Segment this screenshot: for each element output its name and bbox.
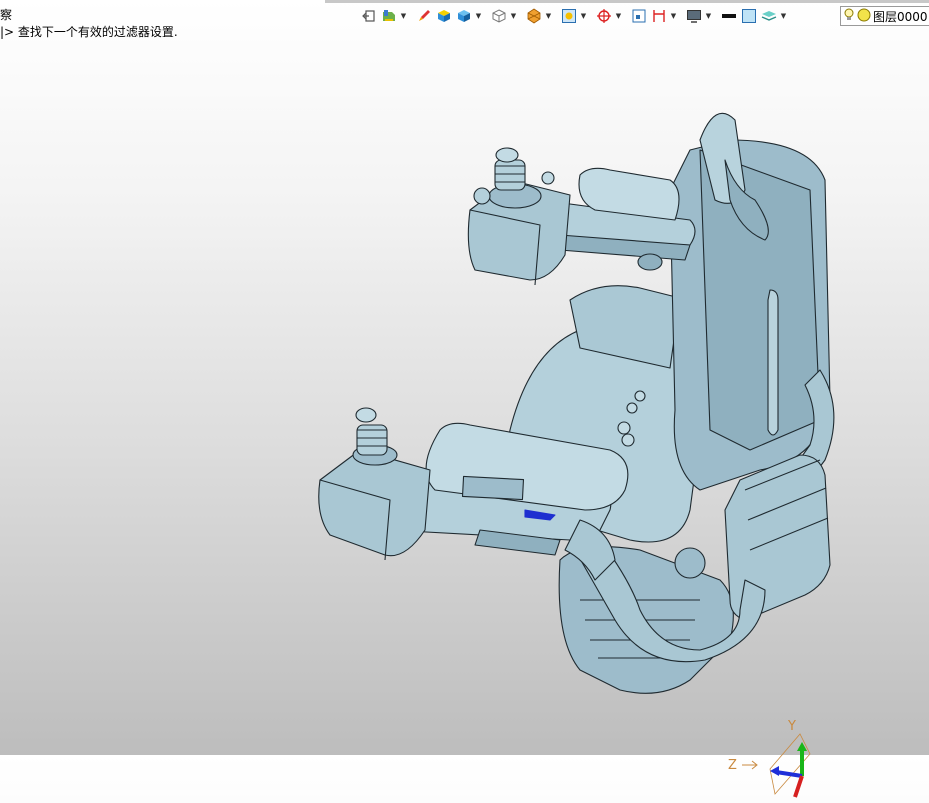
layer-fill-icon[interactable]: [380, 7, 398, 25]
status-line-2: |> 查找下一个有效的过滤器设置.: [0, 25, 178, 39]
chevron-down-icon[interactable]: ▼: [780, 7, 787, 25]
view-fit-icon[interactable]: [560, 7, 578, 25]
fill-color-icon[interactable]: [740, 7, 758, 25]
layer-selector[interactable]: 图层0000: [840, 6, 929, 26]
target-icon[interactable]: [595, 7, 613, 25]
chevron-down-icon[interactable]: ▼: [510, 7, 517, 25]
display-icon[interactable]: [685, 7, 703, 25]
view-toolbar: ▼ ▼ ▼ ▼ ▼ ▼ ▼ ▼ ▼: [360, 4, 787, 28]
layer-color-icon[interactable]: [857, 7, 871, 26]
chevron-down-icon[interactable]: ▼: [615, 7, 622, 25]
toolbar-border: [325, 0, 929, 3]
lightbulb-icon[interactable]: [843, 7, 855, 26]
shaded-cube-icon[interactable]: [435, 7, 453, 25]
chevron-down-icon[interactable]: ▼: [670, 7, 677, 25]
chevron-down-icon[interactable]: ▼: [475, 7, 482, 25]
triad-z-label: Z: [728, 758, 737, 773]
layer-name: 图层0000: [873, 9, 928, 24]
status-line-1: 察: [0, 8, 13, 22]
line-color-icon[interactable]: [720, 7, 738, 25]
triad-y-label: Y: [787, 719, 796, 734]
chevron-down-icon[interactable]: ▼: [705, 7, 712, 25]
top-bar: 察 |> 查找下一个有效的过滤器设置. ▼ ▼ ▼ ▼ ▼ ▼ ▼ ▼ ▼ 图层…: [0, 0, 929, 44]
wire-cube-icon[interactable]: [490, 7, 508, 25]
3d-viewport[interactable]: Y Z: [0, 44, 929, 798]
seat-model[interactable]: [0, 44, 929, 755]
section-icon[interactable]: [525, 7, 543, 25]
stack-icon[interactable]: [760, 7, 778, 25]
solid-cube-icon[interactable]: [455, 7, 473, 25]
chevron-down-icon[interactable]: ▼: [580, 7, 587, 25]
chevron-down-icon[interactable]: ▼: [545, 7, 552, 25]
chevron-down-icon[interactable]: ▼: [400, 7, 407, 25]
measure-icon[interactable]: [650, 7, 668, 25]
exit-icon[interactable]: [360, 7, 378, 25]
frame-icon[interactable]: [630, 7, 648, 25]
axis-triad: Y Z: [720, 709, 820, 799]
brush-icon[interactable]: [415, 7, 433, 25]
